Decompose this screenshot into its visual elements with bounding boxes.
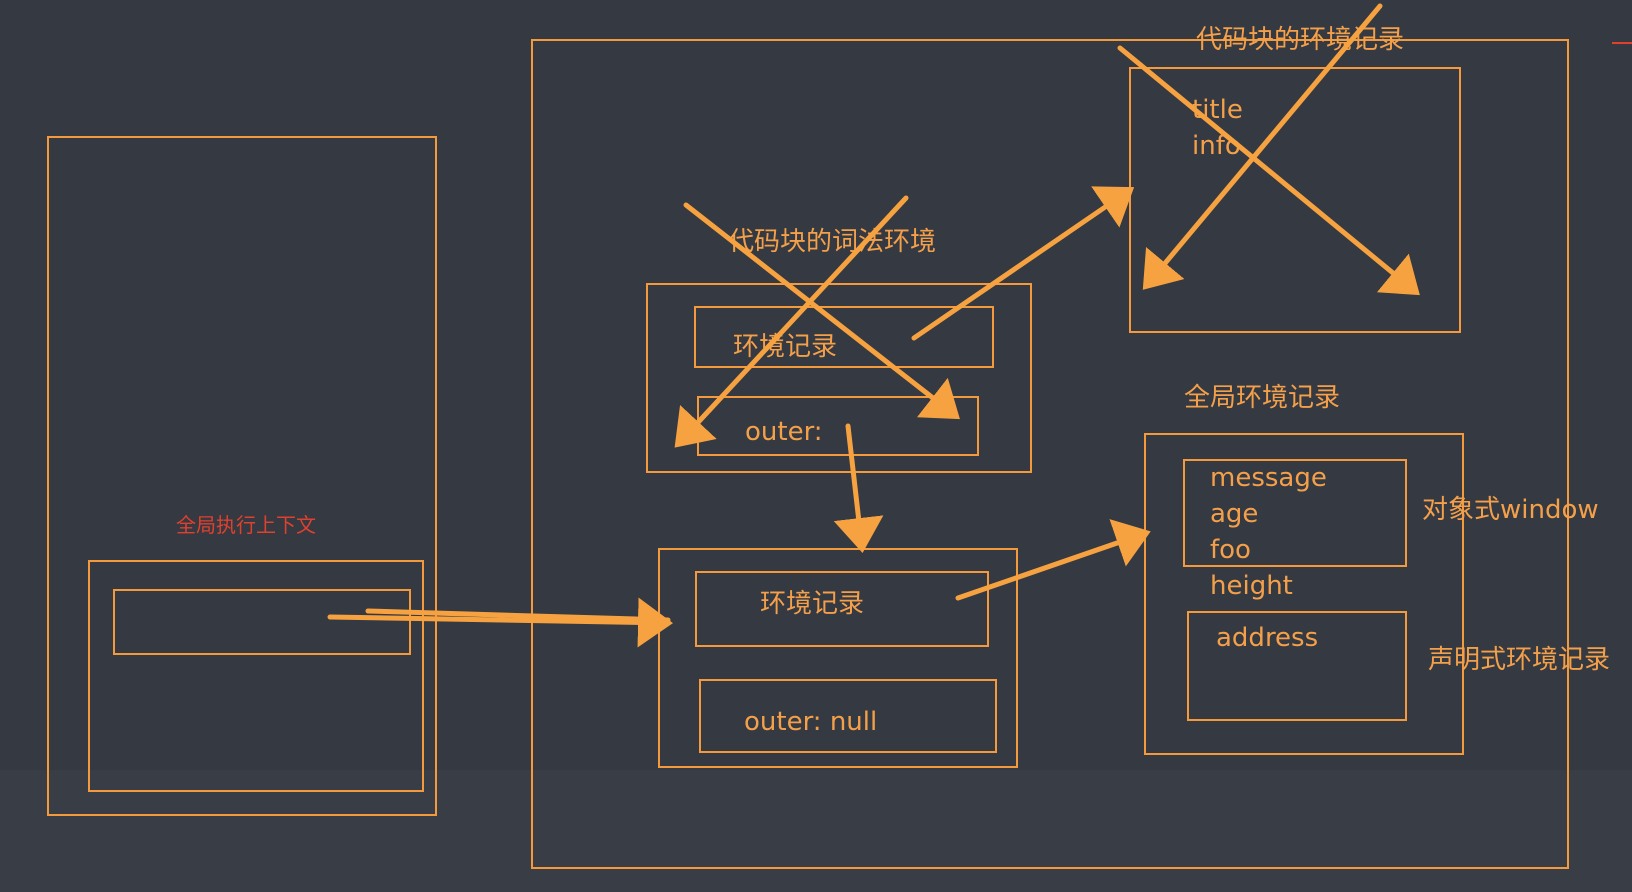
declarative-var-address: address [1216,623,1318,653]
block-lexical-env-box [646,283,1032,473]
global-env-record-title: 全局环境记录 [1184,383,1340,413]
block-outer-label: outer: [745,417,823,447]
object-env-label: 对象式window [1422,495,1599,525]
block-outer-slot [697,396,979,456]
block-env-record-label: 环境记录 [733,332,837,362]
global-exec-context-slot [113,589,411,655]
block-record-var-info: info [1192,131,1241,161]
object-var-height: height [1210,571,1293,601]
diagram-svg: 全局执行上下文 代码块的环境记录 title info 代码块的词法环境 环境记… [47,3,1632,869]
declarative-env-label: 声明式环境记录 [1428,645,1610,675]
block-env-record-title: 代码块的环境记录 [1196,25,1404,55]
object-var-foo: foo [1210,535,1251,565]
global-exec-context-label: 全局执行上下文 [176,513,316,537]
execution-context-stack [47,136,437,816]
diagram-canvas: 全局执行上下文 代码块的环境记录 title info 代码块的词法环境 环境记… [0,0,1632,892]
object-var-message: message [1210,463,1327,493]
arrow-block-outer-to-global [833,423,884,553]
environment-container [531,39,1569,869]
cross-env-record-stroke-1 [1117,45,1420,296]
global-exec-context-box [88,560,424,792]
arrow-block-record-to-block-env-record [911,186,1135,341]
arrow-global-record-to-global-env-record [955,519,1151,601]
object-var-age: age [1210,499,1258,529]
global-env-record-label: 环境记录 [760,589,864,619]
block-lexical-env-title: 代码块的词法环境 [728,227,936,257]
global-outer-label: outer: null [744,707,877,737]
block-record-var-title: title [1192,95,1243,125]
